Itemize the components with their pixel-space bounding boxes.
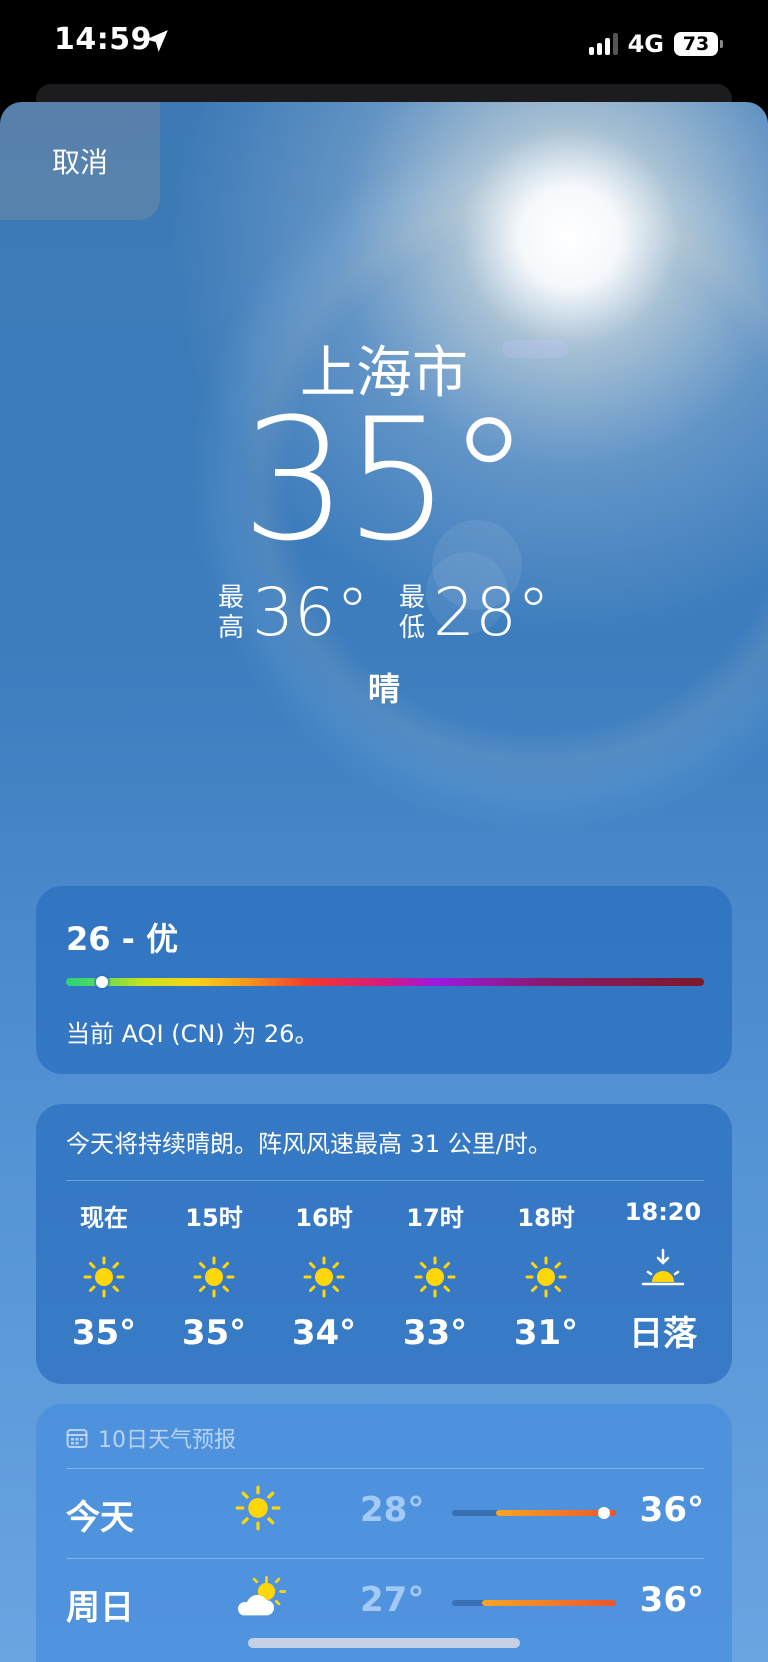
sun-icon (414, 1256, 456, 1298)
status-time: 14:59 (54, 22, 152, 57)
sun-icon (525, 1256, 567, 1298)
sun-icon (235, 1485, 281, 1531)
hourly-item: 15时 35° (181, 1204, 247, 1353)
high-temperature: 36° (252, 574, 369, 651)
sun-icon (83, 1256, 125, 1298)
divider (66, 1180, 704, 1181)
daily-row[interactable]: 今天 28° 36° (66, 1470, 704, 1558)
low-temp: 28° (360, 1490, 425, 1530)
location-arrow-icon (146, 30, 168, 52)
high-temp: 36° (639, 1490, 704, 1530)
ten-day-forecast-card[interactable]: 10日天气预报 今天 28° 36° 周日 27° 36° (36, 1404, 732, 1662)
cancel-button[interactable]: 取消 (0, 102, 160, 220)
status-bar: 14:59 4G 73 (0, 0, 768, 90)
aqi-value: 26 - 优 (66, 920, 179, 958)
hourly-item: 17时 33° (402, 1204, 468, 1353)
hourly-item: 18时 31° (513, 1204, 579, 1353)
hourly-summary: 今天将持续晴朗。阵风风速最高 31 公里/时。 (66, 1130, 552, 1158)
cellular-signal-icon (588, 33, 618, 55)
sun-icon (303, 1256, 345, 1298)
sunset-icon (641, 1248, 685, 1286)
day-label: 今天 (66, 1498, 134, 1538)
high-temp: 36° (639, 1580, 704, 1620)
condition-text: 晴 (367, 670, 400, 708)
day-label: 周日 (66, 1588, 134, 1628)
temp-range-fill (482, 1600, 616, 1606)
high-label: 最高 (218, 582, 245, 643)
current-temperature: 35° (241, 382, 531, 578)
temp-range-bar (452, 1507, 616, 1519)
home-indicator[interactable] (248, 1638, 520, 1648)
low-temp: 27° (360, 1580, 425, 1620)
hourly-item: 现在 35° (71, 1204, 137, 1353)
weather-sheet: 取消 上海市 35° 最高 36° 最低 28° 晴 26 - 优 当前 AQI… (0, 102, 768, 1662)
high-low: 最高 36° 最低 28° (0, 574, 768, 651)
hourly-item: 16时 34° (291, 1204, 357, 1353)
battery-icon: 73 (674, 32, 723, 56)
daily-row[interactable]: 周日 27° 36° (66, 1560, 704, 1648)
aqi-scale-bar (66, 978, 704, 986)
current-temp-marker (598, 1507, 610, 1519)
low-label: 最低 (399, 582, 426, 643)
partly-cloudy-icon (237, 1576, 286, 1616)
aqi-indicator (96, 976, 108, 988)
low-temperature: 28° (433, 574, 550, 651)
divider (66, 1468, 704, 1469)
ten-day-title: 10日天气预报 (98, 1428, 236, 1453)
temp-range-bar (452, 1600, 616, 1606)
divider (66, 1558, 704, 1559)
hourly-forecast-card[interactable]: 今天将持续晴朗。阵风风速最高 31 公里/时。 现在 35° 15时 35° 1… (36, 1104, 732, 1384)
ten-day-header: 10日天气预报 (66, 1422, 236, 1454)
calendar-icon (66, 1429, 88, 1448)
sun-icon (193, 1256, 235, 1298)
hourly-item: 18:20 日落 (624, 1198, 702, 1354)
network-type: 4G (627, 30, 664, 58)
aqi-card[interactable]: 26 - 优 当前 AQI (CN) 为 26。 (36, 886, 732, 1074)
aqi-description: 当前 AQI (CN) 为 26。 (66, 1020, 319, 1048)
